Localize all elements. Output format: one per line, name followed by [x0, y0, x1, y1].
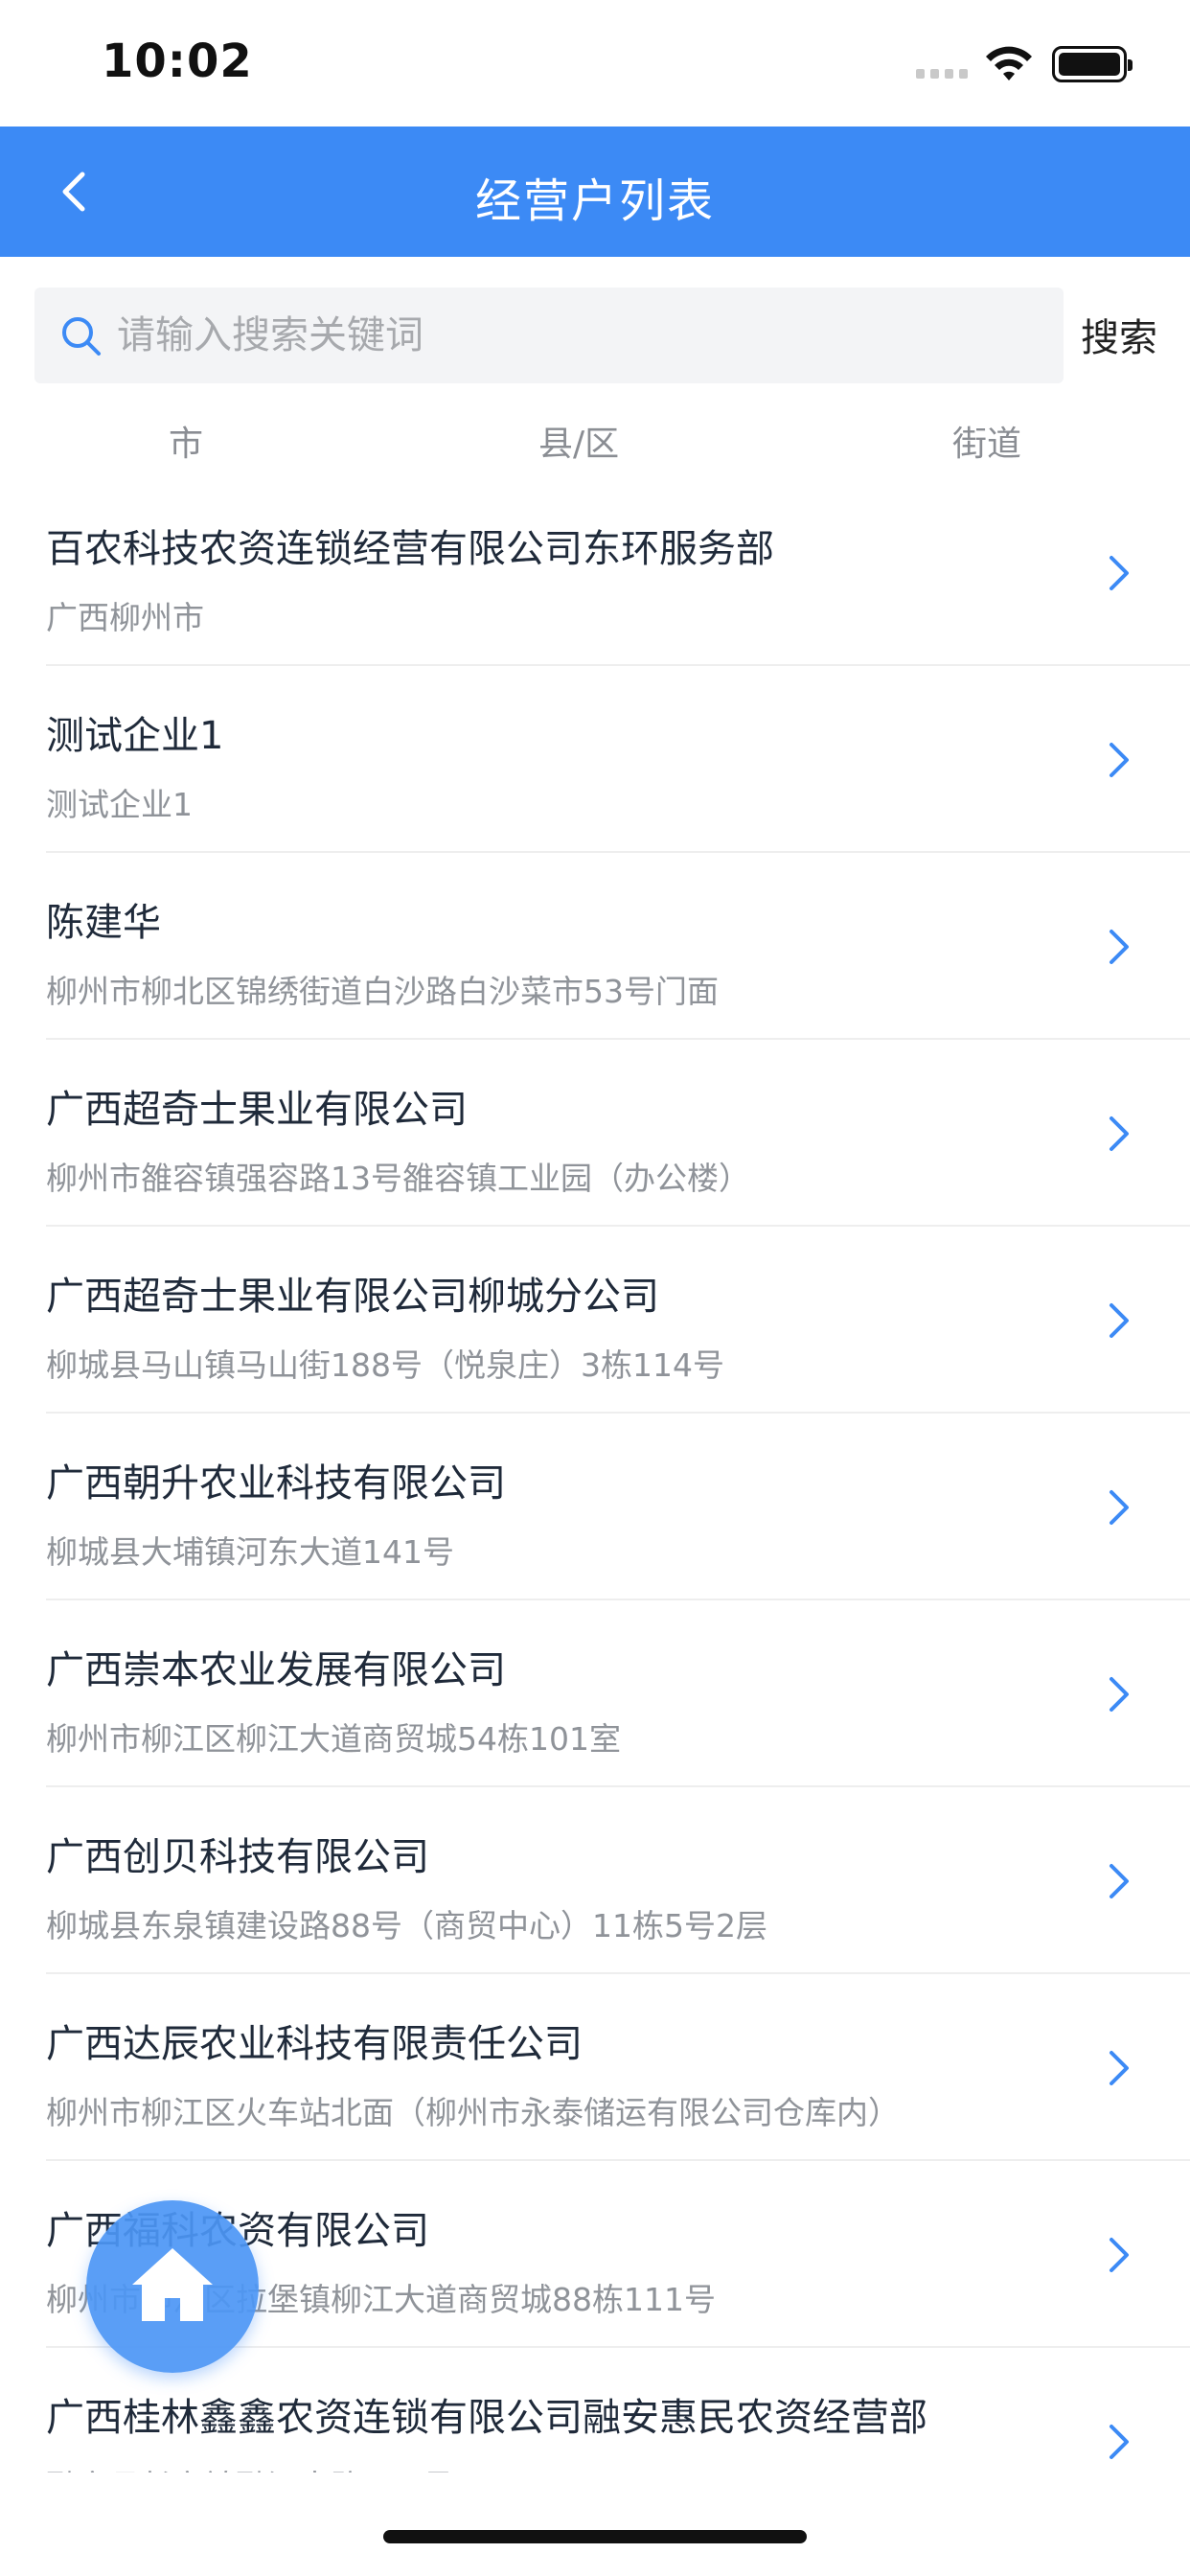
chevron-right-icon [1110, 1490, 1129, 1525]
home-button[interactable] [86, 2200, 259, 2373]
item-title: 陈建华 [46, 901, 161, 945]
item-title: 广西超奇士果业有限公司 [46, 1088, 468, 1132]
filter-city[interactable]: 市 [169, 416, 203, 466]
item-title: 广西崇本农业发展有限公司 [46, 1648, 506, 1692]
item-address: 柳城县马山镇马山街188号（悦泉庄）3栋114号 [46, 1346, 724, 1384]
cellular-signal-icon [916, 69, 970, 80]
chevron-right-icon [1110, 556, 1129, 590]
item-title: 广西超奇士果业有限公司柳城分公司 [46, 1275, 659, 1319]
chevron-right-icon [1110, 1677, 1129, 1712]
search-button[interactable]: 搜索 [1081, 307, 1157, 362]
item-address: 柳州市柳北区锦绣街道白沙路白沙菜市53号门面 [46, 973, 719, 1010]
merchant-list: 百农科技农资连锁经营有限公司东环服务部 广西柳州市 测试企业1 测试企业1 陈建… [0, 479, 1190, 2472]
list-item[interactable]: 广西超奇士果业有限公司 柳州市雒容镇强容路13号雒容镇工业园（办公楼） [46, 1040, 1190, 1227]
item-address: 柳城县东泉镇建设路88号（商贸中心）11栋5号2层 [46, 1907, 767, 1944]
item-title: 广西达辰农业科技有限责任公司 [46, 2022, 583, 2066]
battery-icon [1052, 46, 1133, 82]
item-title: 广西创贝科技有限公司 [46, 1835, 429, 1879]
page-title: 经营户列表 [474, 174, 715, 228]
status-bar: 10:02 [0, 0, 1190, 126]
item-title: 广西桂林鑫鑫农资连锁有限公司融安惠民农资经营部 [46, 2396, 927, 2440]
wifi-icon [986, 46, 1032, 80]
item-address: 测试企业1 [46, 786, 193, 823]
item-address: 柳州市柳江区火车站北面（柳州市永泰储运有限公司仓库内） [46, 2094, 900, 2131]
nav-bar: 经营户列表 [0, 126, 1190, 257]
list-item[interactable]: 广西崇本农业发展有限公司 柳州市柳江区柳江大道商贸城54栋101室 [46, 1600, 1190, 1787]
filter-district[interactable]: 县/区 [538, 416, 619, 466]
list-item[interactable]: 测试企业1 测试企业1 [46, 666, 1190, 853]
item-title: 广西朝升农业科技有限公司 [46, 1461, 506, 1506]
status-time: 10:02 [102, 34, 253, 88]
list-item[interactable]: 广西达辰农业科技有限责任公司 柳州市柳江区火车站北面（柳州市永泰储运有限公司仓库… [46, 1974, 1190, 2161]
item-address: 融安县长安镇融江南路218号 [46, 2461, 454, 2472]
list-item[interactable]: 广西朝升农业科技有限公司 柳城县大埔镇河东大道141号 [46, 1414, 1190, 1600]
chevron-right-icon [1110, 2238, 1129, 2272]
filter-street[interactable]: 街道 [952, 416, 1021, 466]
chevron-right-icon [1110, 2051, 1129, 2085]
chevron-right-icon [1110, 1116, 1129, 1151]
list-item[interactable]: 陈建华 柳州市柳北区锦绣街道白沙路白沙菜市53号门面 [46, 853, 1190, 1040]
item-address: 柳州市柳江区柳江大道商贸城54栋101室 [46, 1720, 621, 1758]
chevron-right-icon [1110, 1864, 1129, 1898]
item-title: 测试企业1 [46, 714, 224, 758]
chevron-right-icon [1110, 743, 1129, 777]
item-address: 柳城县大埔镇河东大道141号 [46, 1533, 454, 1571]
list-item[interactable]: 广西超奇士果业有限公司柳城分公司 柳城县马山镇马山街188号（悦泉庄）3栋114… [46, 1227, 1190, 1414]
list-item[interactable]: 广西创贝科技有限公司 柳城县东泉镇建设路88号（商贸中心）11栋5号2层 [46, 1787, 1190, 1974]
chevron-right-icon [1110, 1303, 1129, 1338]
item-address: 广西柳州市 [46, 599, 204, 636]
home-indicator[interactable] [383, 2530, 807, 2543]
search-icon [62, 317, 101, 356]
item-address: 柳州市雒容镇强容路13号雒容镇工业园（办公楼） [46, 1160, 750, 1197]
item-title: 百农科技农资连锁经营有限公司东环服务部 [46, 527, 774, 571]
home-icon [132, 2248, 213, 2321]
chevron-right-icon [1110, 930, 1129, 964]
list-item[interactable]: 百农科技农资连锁经营有限公司东环服务部 广西柳州市 [46, 479, 1190, 666]
chevron-right-icon [1110, 2425, 1129, 2459]
list-item[interactable]: 广西桂林鑫鑫农资连锁有限公司融安惠民农资经营部 融安县长安镇融江南路218号 [46, 2348, 1190, 2472]
search-box[interactable] [34, 288, 1064, 383]
search-input[interactable] [117, 307, 1037, 364]
